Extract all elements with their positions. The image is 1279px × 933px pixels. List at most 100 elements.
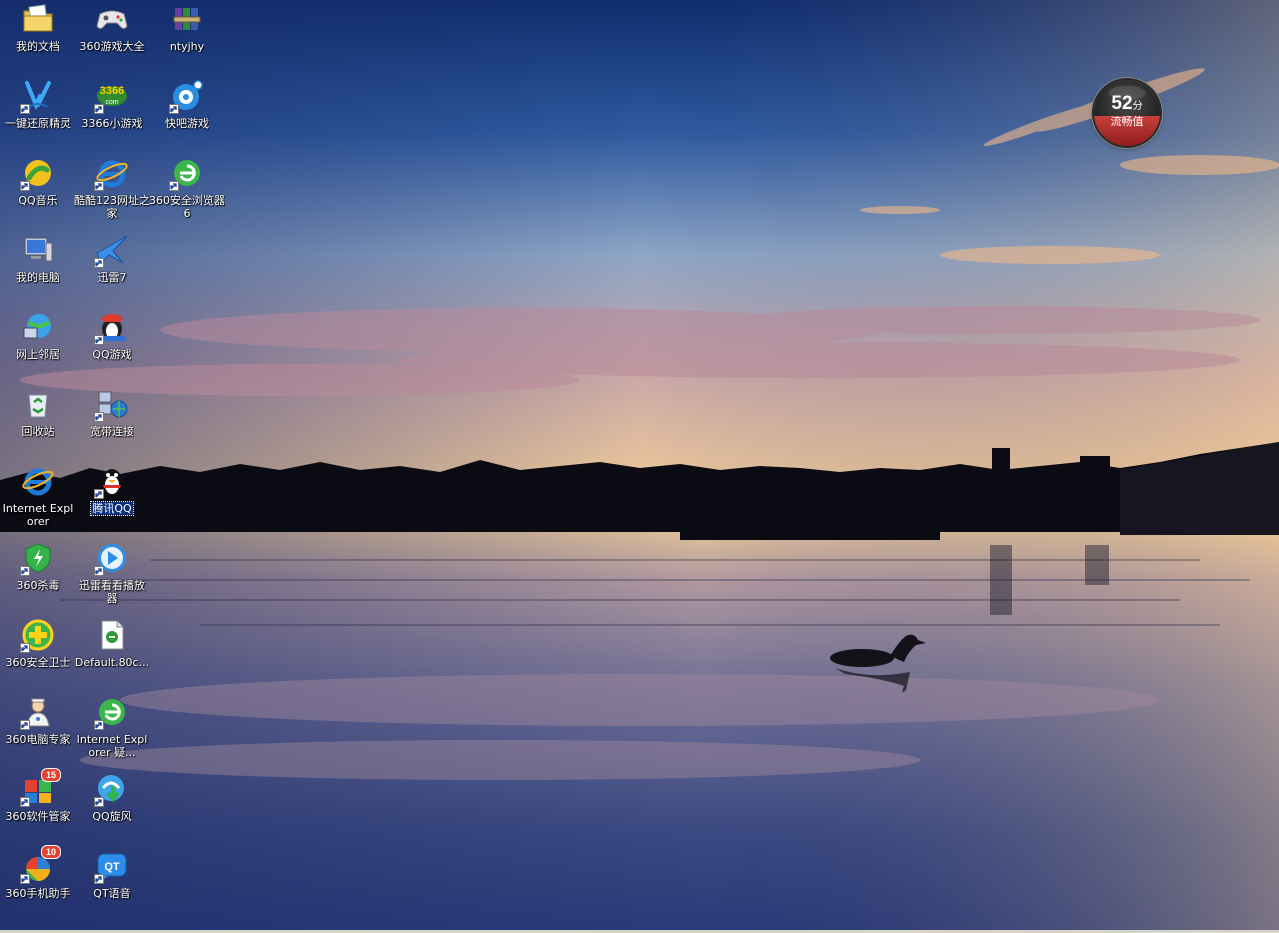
- shortcut-arrow-icon: [20, 643, 30, 653]
- desktop-icon-my-documents[interactable]: 我的文档: [0, 0, 76, 76]
- network-icon: [21, 310, 55, 344]
- widget-score-row: 52分: [1094, 93, 1160, 115]
- desktop-icon-xunlei-player[interactable]: 迅雷看看播放器: [74, 539, 150, 615]
- speed-score-value: 52: [1111, 93, 1133, 114]
- qq-penguin-icon: [94, 464, 129, 499]
- desktop-icon-qq-games[interactable]: QQ游戏: [74, 308, 150, 384]
- desktop-icon-label: Internet Explorer 疑...: [76, 733, 148, 759]
- shortcut-arrow-icon: [20, 797, 30, 807]
- qq-music-icon: [20, 156, 55, 191]
- desktop-icon-label: QQ游戏: [92, 348, 132, 361]
- desktop-icon-3366-games[interactable]: 3366 com 3366小游戏: [74, 77, 150, 153]
- speed-score-caption: 流畅值: [1110, 115, 1144, 128]
- desktop-icon-label: 360安全浏览器6: [149, 194, 225, 220]
- desktop-icon-label: 360软件管家: [5, 810, 71, 823]
- desktop-icon-ie-doctor[interactable]: Internet Explorer 疑...: [74, 693, 150, 769]
- desktop-icon-label: Internet Explorer: [2, 502, 74, 528]
- desktop-icon-label: 360手机助手: [5, 887, 71, 900]
- desktop-icon-default-80c[interactable]: Default.80c...: [74, 616, 150, 692]
- desktop-icon-qq-music[interactable]: QQ音乐: [0, 154, 76, 230]
- desktop-icon-label: 迅雷看看播放器: [79, 579, 145, 605]
- gamepad-icon: [95, 2, 129, 36]
- desktop-icon-360-pc-expert[interactable]: 360电脑专家: [0, 693, 76, 769]
- shortcut-arrow-icon: [94, 335, 104, 345]
- desktop-icon-360-browser[interactable]: 360安全浏览器6: [149, 154, 225, 230]
- shortcut-arrow-icon: [94, 489, 104, 499]
- shortcut-arrow-icon: [20, 181, 30, 191]
- 360-shield-icon: [20, 541, 55, 576]
- shortcut-arrow-icon: [169, 181, 179, 191]
- desktop-icon-label: 360游戏大全: [79, 40, 145, 53]
- recycle-bin-icon: [21, 387, 55, 421]
- desktop-icon-360-safeguard[interactable]: 360安全卫士: [0, 616, 76, 692]
- desktop-icon-360-games[interactable]: 360游戏大全: [74, 0, 150, 76]
- desktop-icon-grid: 我的文档 360游戏大全 ntyjhy 一键还原精灵 3366 com 3366小…: [0, 0, 230, 933]
- desktop-icon-label: 3366小游戏: [81, 117, 143, 130]
- desktop-icon-qq-whirlwind[interactable]: QQ旋风: [74, 770, 150, 846]
- qq-whirlwind-icon: [94, 772, 129, 807]
- desktop-icon-my-computer[interactable]: 我的电脑: [0, 231, 76, 307]
- 360-phone-icon: 10: [20, 845, 61, 884]
- desktop-icon-kuaiba-games[interactable]: 快吧游戏: [149, 77, 225, 153]
- desktop-icon-one-key-restore[interactable]: 一键还原精灵: [0, 77, 76, 153]
- desktop-icon-qt-voice[interactable]: QT QT语音: [74, 847, 150, 923]
- qt-voice-icon: QT: [94, 849, 129, 884]
- desktop-icon-network-places[interactable]: 网上邻居: [0, 308, 76, 384]
- desktop-icon-360-antivirus[interactable]: 360杀毒: [0, 539, 76, 615]
- restore-wizard-icon: [20, 79, 55, 114]
- svg-text:3366: 3366: [100, 85, 124, 97]
- desktop-icon-label: 我的电脑: [16, 271, 60, 284]
- shortcut-arrow-icon: [94, 720, 104, 730]
- desktop-icon-label: 腾讯QQ: [90, 501, 134, 516]
- speed-score-widget[interactable]: 52分 流畅值: [1094, 80, 1160, 146]
- desktop-icon-xunlei7[interactable]: 迅雷7: [74, 231, 150, 307]
- shortcut-arrow-icon: [94, 181, 104, 191]
- ie-logo-icon: [21, 464, 55, 498]
- shortcut-arrow-icon: [94, 412, 104, 422]
- xunlei-player-icon: [94, 541, 129, 576]
- desktop-icon-ntyjhy[interactable]: ntyjhy: [149, 0, 225, 76]
- desktop-icon-tencent-qq[interactable]: 腾讯QQ: [74, 462, 150, 538]
- svg-text:QT: QT: [104, 861, 120, 873]
- shortcut-arrow-icon: [94, 797, 104, 807]
- shortcut-arrow-icon: [20, 566, 30, 576]
- shortcut-arrow-icon: [94, 566, 104, 576]
- qq-games-icon: [94, 310, 129, 345]
- 360-software-icon: 15: [20, 768, 61, 807]
- desktop-icon-label: QT语音: [93, 887, 131, 900]
- ie-logo-icon: [94, 156, 129, 191]
- desktop-icon-label: 酷酷123网址之家: [74, 194, 150, 220]
- shortcut-arrow-icon: [94, 104, 104, 114]
- document-file-icon: [95, 618, 129, 652]
- archive-books-icon: [170, 2, 204, 36]
- shortcut-arrow-icon: [94, 874, 104, 884]
- desktop-icon-label: 360杀毒: [16, 579, 60, 592]
- svg-text:com: com: [105, 99, 118, 106]
- desktop-icon-internet-explorer[interactable]: Internet Explorer: [0, 462, 76, 538]
- desktop-icon-broadband[interactable]: 宽带连接: [74, 385, 150, 461]
- 3366-logo-icon: 3366 com: [94, 79, 129, 114]
- desktop-icon-360-software[interactable]: 15 360软件管家: [0, 768, 76, 846]
- kuaiba-disc-icon: [169, 79, 204, 114]
- desktop-icon-360-phone[interactable]: 10 360手机助手: [0, 845, 76, 923]
- desktop[interactable]: 我的文档 360游戏大全 ntyjhy 一键还原精灵 3366 com 3366小…: [0, 0, 1279, 933]
- desktop-icon-label: 一键还原精灵: [5, 117, 71, 130]
- folder-documents-icon: [21, 2, 55, 36]
- desktop-icon-label: 网上邻居: [16, 348, 60, 361]
- desktop-icon-label: QQ旋风: [92, 810, 132, 823]
- speed-score-unit: 分: [1132, 101, 1143, 112]
- pc-expert-doctor-icon: [20, 695, 55, 730]
- desktop-icon-label: 回收站: [21, 425, 55, 438]
- desktop-icon-recycle-bin[interactable]: 回收站: [0, 385, 76, 461]
- desktop-icon-kuku123[interactable]: 酷酷123网址之家: [74, 154, 150, 230]
- desktop-icon-label: 迅雷7: [97, 271, 127, 284]
- 360-safeguard-icon: [20, 618, 55, 653]
- desktop-icon-label: Default.80c...: [74, 656, 150, 669]
- broadband-connection-icon: [94, 387, 129, 422]
- shortcut-arrow-icon: [20, 104, 30, 114]
- desktop-icon-label: 360电脑专家: [5, 733, 71, 746]
- shortcut-arrow-icon: [20, 874, 30, 884]
- desktop-icon-label: QQ音乐: [18, 194, 58, 207]
- 360-browser-icon: [94, 695, 129, 730]
- desktop-icon-label: 360安全卫士: [5, 656, 71, 669]
